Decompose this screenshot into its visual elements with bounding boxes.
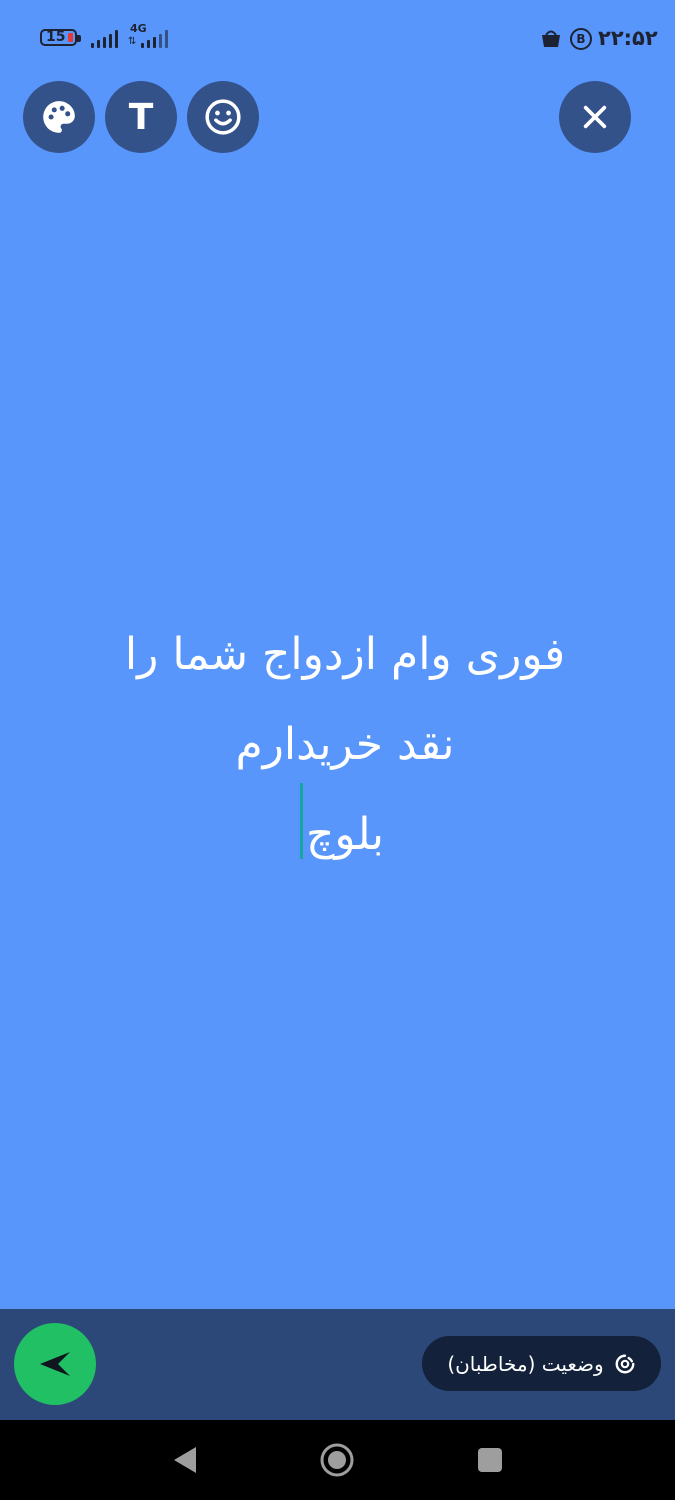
nav-back-icon[interactable] xyxy=(172,1445,198,1475)
status-text-line: فوری وام ازدواج شما را xyxy=(124,629,566,680)
status-ring-icon xyxy=(615,1354,635,1373)
status-text-input[interactable]: فوری وام ازدواج شما را نقد خریدارم بلوچ xyxy=(60,610,630,880)
signal-strength-icon xyxy=(91,30,121,48)
shopping-bag-icon xyxy=(542,30,560,47)
emoji-icon xyxy=(205,99,241,135)
nav-home-icon[interactable] xyxy=(319,1442,355,1478)
text-style-button[interactable]: T xyxy=(105,81,177,153)
close-button[interactable] xyxy=(559,81,631,153)
battery-icon: 15 xyxy=(40,29,81,46)
status-text-line: نقد خریدارم xyxy=(235,719,455,770)
status-text-line: بلوچ xyxy=(306,809,384,860)
data-arrows-icon: ⇅ xyxy=(128,36,137,47)
business-icon: B xyxy=(570,28,592,50)
send-button[interactable] xyxy=(14,1323,96,1405)
clock: ۲۲:۵۲ xyxy=(598,26,658,50)
nav-recents-icon[interactable] xyxy=(478,1448,502,1472)
status-bar: 15 4G ⇅ B ۲۲:۵۲ xyxy=(0,0,675,76)
text-icon: T xyxy=(128,96,154,138)
text-caret xyxy=(300,783,303,859)
palette-icon xyxy=(43,101,75,133)
status-audience-button[interactable]: وضعیت (مخاطبان) xyxy=(422,1336,661,1391)
close-icon xyxy=(583,105,607,129)
send-icon xyxy=(40,1352,70,1376)
emoji-button[interactable] xyxy=(187,81,259,153)
signal-strength-2-icon xyxy=(141,30,171,48)
battery-level: 15 xyxy=(46,29,66,45)
audience-label: وضعیت (مخاطبان) xyxy=(447,1351,604,1376)
palette-button[interactable] xyxy=(23,81,95,153)
